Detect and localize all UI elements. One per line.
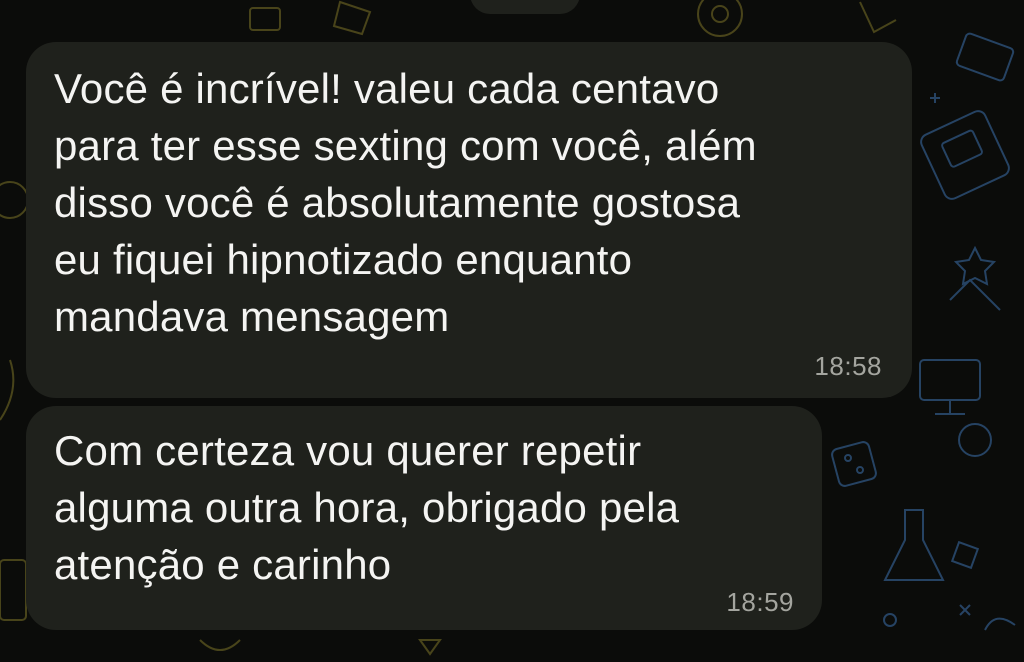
doodle-box-icon: [249, 7, 281, 31]
message-bubble[interactable]: Com certeza vou querer repetir alguma ou…: [26, 406, 822, 630]
doodle-pen-icon: [859, 1, 897, 34]
message-bubble[interactable]: Você é incrível! valeu cada centavo para…: [26, 42, 912, 398]
message-timestamp: 18:58: [814, 351, 882, 381]
doodle-notebook-icon: [0, 559, 27, 621]
doodle-arrow-icon: [418, 639, 442, 656]
doodle-monitor-icon: [919, 359, 981, 401]
doodle-star-icon: [953, 245, 997, 286]
message-text: Com certeza vou querer repetir alguma ou…: [54, 427, 680, 588]
message-timestamp: 18:59: [726, 587, 794, 617]
message-text: Você é incrível! valeu cada centavo para…: [54, 65, 757, 340]
doodle-cube-icon: [332, 0, 372, 36]
doodle-card-icon: [955, 32, 1015, 82]
doodle-planet-icon: [0, 181, 29, 219]
doodle-coin-icon: [958, 423, 992, 457]
previous-message-bubble-edge: [470, 0, 580, 14]
doodle-dice-icon: [831, 441, 877, 487]
doodle-sparkle-icon: [930, 93, 940, 103]
doodle-gameboy-icon: [920, 110, 1010, 200]
doodle-cross-icon: [959, 604, 971, 616]
doodle-flask-icon: [883, 509, 945, 581]
